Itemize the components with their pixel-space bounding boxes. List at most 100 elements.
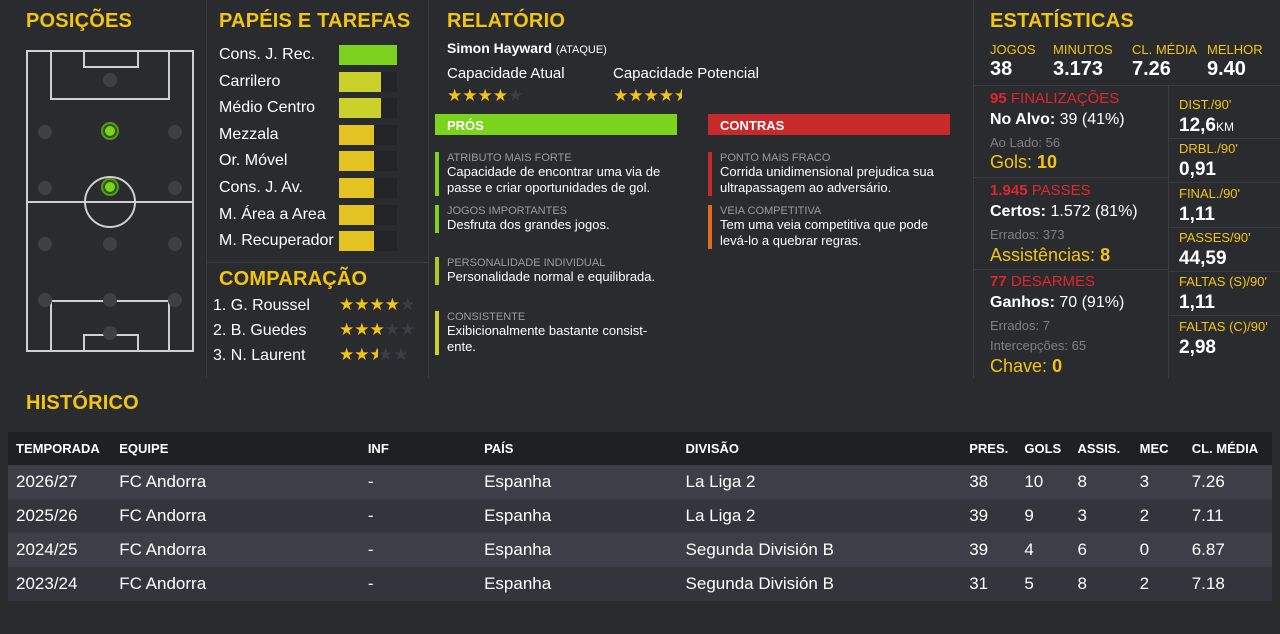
per90-value: 44,59 [1179, 248, 1227, 270]
current-ability-stars: ★★★★★ [447, 86, 524, 105]
positions-panel: POSIÇÕES [0, 0, 207, 378]
role-label[interactable]: M. Área a Area [219, 206, 326, 224]
table-cell: - [359, 465, 477, 499]
column-header[interactable]: GOLS [1016, 432, 1070, 465]
table-cell: 31 [961, 567, 1017, 601]
shots-label: FINALIZAÇÕES [1010, 90, 1120, 107]
goals-value: 10 [1037, 152, 1058, 172]
column-header[interactable]: PAÍS [476, 432, 678, 465]
con-title: VEIA COMPETITIVA [720, 205, 822, 217]
stat-label: CL. MÉDIA [1132, 42, 1198, 57]
missed-label: Errados: [990, 227, 1040, 242]
role-label[interactable]: M. Recuperador [219, 232, 334, 250]
on-target-label: No Alvo: [990, 111, 1056, 128]
stat-label: MINUTOS [1053, 42, 1113, 57]
position-dot[interactable] [103, 326, 117, 340]
shots-count: 95 [990, 90, 1007, 107]
key-label: Chave: [990, 356, 1048, 376]
column-header[interactable]: MEC [1131, 432, 1184, 465]
divider [1168, 138, 1280, 139]
table-row[interactable]: 2026/27 FC Andorra - Espanha La Liga 2 38 10 8 3… [8, 465, 1272, 499]
divider [1168, 226, 1280, 228]
position-dot[interactable] [38, 237, 52, 251]
position-dot[interactable] [168, 125, 182, 139]
position-dot-active[interactable] [103, 180, 117, 194]
per90-value: 2,98 [1179, 337, 1216, 359]
role-label[interactable]: Cons. J. Av. [219, 179, 303, 197]
position-dot[interactable] [103, 73, 117, 87]
role-suitability-bar [339, 151, 397, 172]
table-cell: 7.11 [1183, 499, 1272, 533]
role-label[interactable]: Cons. J. Rec. [219, 46, 315, 64]
comparison-player[interactable]: 3. N. Laurent [213, 347, 306, 365]
goals-label: Gols: [990, 152, 1033, 172]
table-row[interactable]: 2024/25 FC Andorra - Espanha Segunda Divisió… [8, 533, 1272, 567]
table-cell: 8 [1069, 567, 1132, 601]
position-dot[interactable] [38, 181, 52, 195]
per90-label: FALTAS (S)/90' [1179, 274, 1267, 290]
table-cell: Espanha [476, 499, 678, 533]
per90-label: DIST./90' [1179, 97, 1232, 112]
column-header[interactable]: TEMPORADA [8, 432, 112, 465]
position-dot[interactable] [103, 293, 117, 307]
column-header[interactable]: PRES. [961, 432, 1017, 465]
pro-marker [435, 257, 439, 285]
history-title: HISTÓRICO [26, 392, 139, 414]
column-header[interactable]: EQUIPE [111, 432, 360, 465]
per90-number: 0,91 [1179, 159, 1216, 181]
history-table: TEMPORADA EQUIPE INF PAÍS DIVISÃO PRES. GOLS AS… [8, 432, 1272, 601]
pitch-diagram [26, 50, 194, 352]
key-value: 0 [1052, 356, 1063, 376]
position-dot[interactable] [103, 237, 117, 251]
table-cell: 39 [961, 499, 1017, 533]
con-title: PONTO MAIS FRACO [720, 152, 831, 164]
table-cell: Espanha [476, 533, 678, 567]
interceptions-label: Intercepções: [990, 338, 1069, 353]
column-header[interactable]: DIVISÃO [677, 432, 962, 465]
position-dot-active[interactable] [103, 124, 117, 138]
position-dot[interactable] [38, 125, 52, 139]
role-label[interactable]: Médio Centro [219, 99, 315, 117]
role-suitability-fill [339, 124, 374, 145]
table-cell: 7.18 [1183, 567, 1272, 601]
position-dot[interactable] [168, 293, 182, 307]
role-label[interactable]: Carrilero [219, 73, 280, 91]
role-suitability-fill [339, 71, 381, 92]
player-name[interactable]: Simon Hayward (ATAQUE) [447, 40, 607, 56]
stats-title: ESTATÍSTICAS [990, 10, 1134, 32]
interceptions: Intercepções: 65 [990, 338, 1086, 353]
pro-item: JOGOS IMPORTANTES Desfruta dos grandes jo… [435, 205, 675, 233]
column-header[interactable]: INF [359, 432, 477, 465]
role-label[interactable]: Or. Móvel [219, 152, 287, 170]
table-cell: FC Andorra [111, 567, 360, 601]
table-cell: La Liga 2 [677, 465, 962, 499]
won-label: Ganhos: [990, 294, 1055, 311]
stats-panel: ESTATÍSTICAS JOGOS 38 MINUTOS 3.173 CL. MÉDI… [974, 0, 1280, 378]
table-row[interactable]: 2025/26 FC Andorra - Espanha La Liga 2 39 9 3 2 7… [8, 499, 1272, 533]
per90-value: 0,91 [1179, 159, 1216, 181]
assists: Assistências: 8 [990, 245, 1110, 266]
table-row[interactable]: 2023/24 FC Andorra - Espanha Segunda Divisió… [8, 567, 1272, 601]
position-dot[interactable] [168, 237, 182, 251]
table-cell: 2026/27 [8, 465, 112, 499]
role-suitability-fill [339, 204, 374, 225]
column-header[interactable]: ASSIS. [1069, 432, 1132, 465]
key-tackles: Chave: 0 [990, 356, 1062, 377]
table-cell: 2 [1131, 567, 1184, 601]
table-cell: 6 [1069, 533, 1132, 567]
comparison-player[interactable]: 2. B. Guedes [213, 322, 306, 340]
position-dot[interactable] [168, 181, 182, 195]
comparison-player[interactable]: 1. G. Roussel [213, 297, 310, 315]
role-suitability-bar [339, 45, 397, 65]
divider [207, 262, 428, 263]
shots-header: 95 FINALIZAÇÕES [990, 90, 1119, 107]
stat-value: 38 [990, 58, 1013, 80]
position-dot[interactable] [38, 293, 52, 307]
role-label[interactable]: Mezzala [219, 126, 279, 144]
current-ability-label: Capacidade Atual [447, 65, 565, 82]
passes-count: 1.945 [990, 182, 1028, 199]
pro-title: CONSISTENTE [447, 311, 526, 323]
column-header[interactable]: CL. MÉDIA [1183, 432, 1272, 465]
table-cell: 5 [1016, 567, 1070, 601]
lost-label: Errados: [990, 318, 1040, 333]
